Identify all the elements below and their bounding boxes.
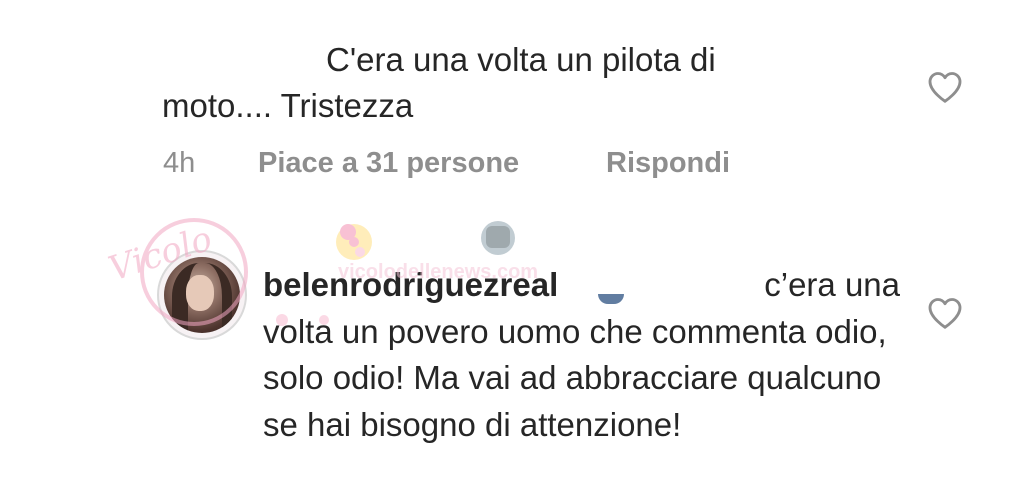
like-heart-icon[interactable]: [927, 70, 963, 104]
comment-1-text-line-2: moto.... Tristezza: [162, 87, 414, 124]
comment-2-username[interactable]: belenrodriguezreal: [263, 266, 558, 303]
like-heart-icon[interactable]: [927, 296, 963, 330]
avatar[interactable]: [164, 257, 240, 333]
comment-1-likes-link[interactable]: Piace a 31 persone: [258, 147, 519, 180]
comment-2-text-first-word: c’era: [764, 266, 836, 303]
comment-1-reply-button[interactable]: Rispondi: [606, 147, 730, 180]
comment-1-timestamp: 4h: [163, 147, 196, 179]
comment-1-text: C'era una volta un pilota di moto.... Tr…: [162, 37, 862, 129]
comment-2-body: belenrodriguezreal c’era una volta un pov…: [263, 262, 903, 448]
comments-screen: C'era una volta un pilota di moto.... Tr…: [0, 0, 1024, 503]
comment-1-text-line-1: C'era una volta un pilota di: [326, 41, 716, 78]
